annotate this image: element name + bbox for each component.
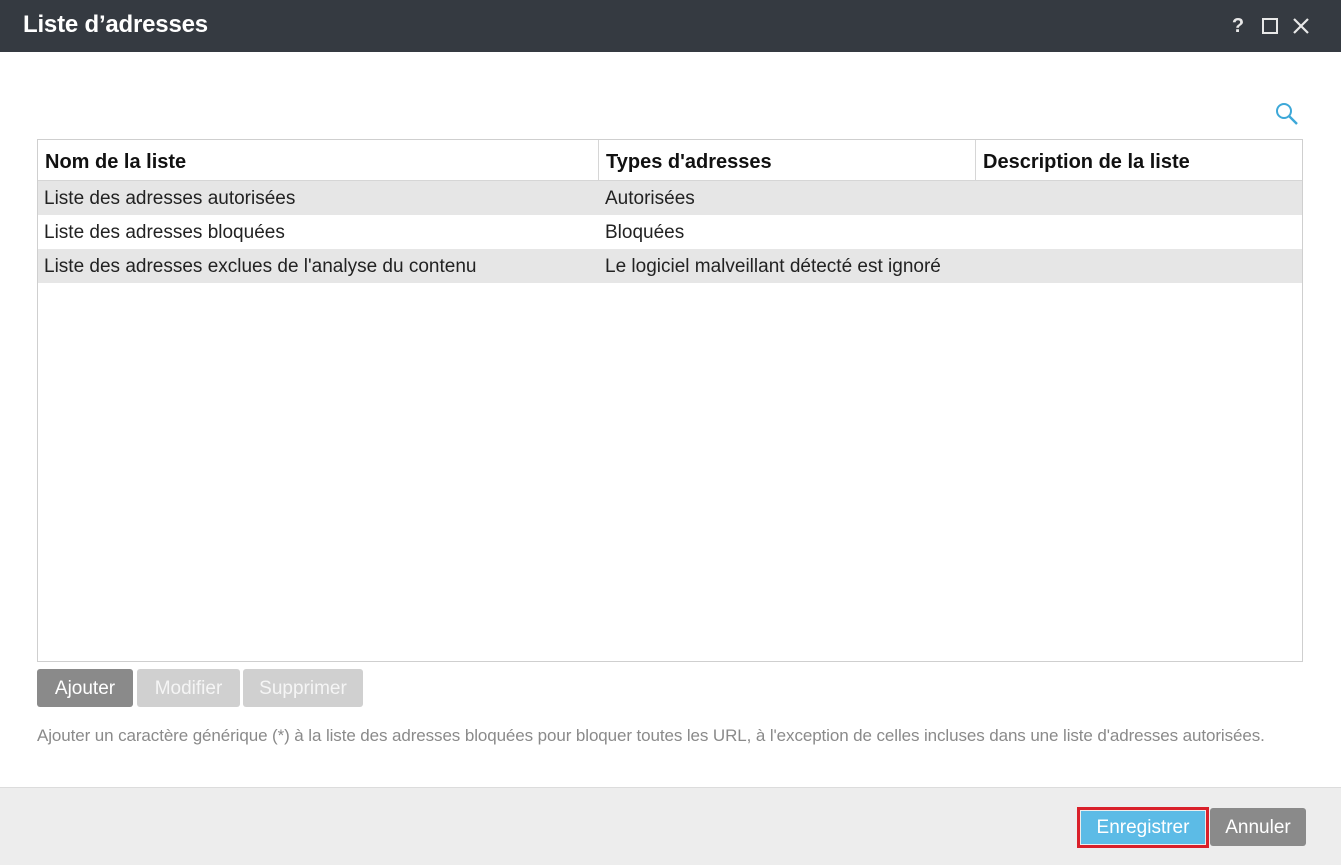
cell-address-type: Bloquées bbox=[605, 222, 685, 243]
cell-list-name: Liste des adresses exclues de l'analyse … bbox=[44, 256, 477, 277]
search-icon bbox=[1276, 103, 1298, 125]
maximize-icon bbox=[1262, 18, 1278, 34]
close-icon bbox=[1293, 18, 1309, 34]
cell-description bbox=[976, 181, 1302, 215]
edit-button[interactable]: Modifier bbox=[137, 669, 240, 707]
delete-button[interactable]: Supprimer bbox=[243, 669, 363, 707]
column-header-address-types[interactable]: Types d'adresses bbox=[599, 140, 976, 180]
question-icon: ? bbox=[1231, 14, 1245, 37]
cell-address-type: Le logiciel malveillant détecté est igno… bbox=[605, 256, 941, 277]
save-button[interactable]: Enregistrer bbox=[1081, 811, 1205, 844]
cell-address-type: Autorisées bbox=[605, 188, 695, 209]
table-header: Nom de la liste Types d'adresses Descrip… bbox=[38, 140, 1302, 181]
address-lists-table: Nom de la liste Types d'adresses Descrip… bbox=[37, 139, 1303, 662]
column-header-list-name[interactable]: Nom de la liste bbox=[38, 140, 599, 180]
maximize-button[interactable] bbox=[1258, 14, 1282, 38]
close-button[interactable] bbox=[1289, 14, 1313, 38]
cell-description bbox=[976, 249, 1302, 283]
table-row[interactable]: Liste des adresses autorisées Autorisées bbox=[38, 181, 1302, 215]
cancel-button[interactable]: Annuler bbox=[1210, 808, 1306, 846]
help-button[interactable]: ? bbox=[1226, 14, 1250, 38]
wildcard-hint-text: Ajouter un caractère générique (*) à la … bbox=[37, 726, 1265, 745]
search-button[interactable] bbox=[1274, 101, 1300, 127]
dialog-title: Liste d’adresses bbox=[23, 11, 208, 38]
cell-list-name: Liste des adresses bloquées bbox=[44, 222, 285, 243]
table-row[interactable]: Liste des adresses exclues de l'analyse … bbox=[38, 249, 1302, 283]
dialog-titlebar: Liste d’adresses ? bbox=[0, 0, 1341, 52]
add-button[interactable]: Ajouter bbox=[37, 669, 133, 707]
table-row[interactable]: Liste des adresses bloquées Bloquées bbox=[38, 215, 1302, 249]
column-header-list-description[interactable]: Description de la liste bbox=[976, 140, 1302, 180]
cell-description bbox=[976, 215, 1302, 249]
cell-list-name: Liste des adresses autorisées bbox=[44, 188, 296, 209]
